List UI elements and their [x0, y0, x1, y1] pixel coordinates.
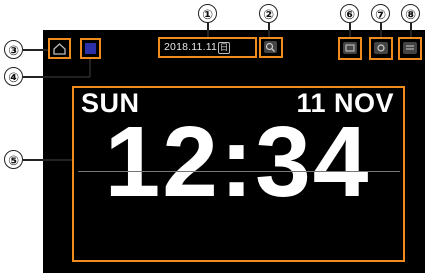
- home-button[interactable]: [48, 38, 71, 59]
- display-icon: [343, 42, 357, 54]
- callout-1: ①: [198, 4, 217, 23]
- status-date-value: 2018.11.11: [164, 41, 217, 53]
- flip-divider: [78, 171, 400, 172]
- leader-line-3: [23, 49, 48, 51]
- menu-icon: [403, 42, 417, 54]
- callout-6: ⑥: [340, 4, 359, 23]
- leader-line-6: [349, 23, 351, 37]
- display-button[interactable]: [338, 37, 362, 60]
- color-square-icon: [85, 43, 96, 54]
- callout-8: ⑧: [401, 4, 420, 23]
- leader-line-7: [380, 23, 382, 37]
- settings-button[interactable]: [369, 37, 393, 60]
- search-icon: [264, 41, 277, 53]
- callout-2: ②: [259, 4, 278, 23]
- callout-3: ③: [4, 40, 23, 59]
- callout-7: ⑦: [371, 4, 390, 23]
- status-date: 2018.11.11 日: [164, 41, 254, 54]
- leader-line-4-h: [23, 76, 90, 78]
- leader-line-8: [410, 23, 412, 37]
- color-square-button[interactable]: [80, 38, 101, 59]
- search-button[interactable]: [259, 37, 283, 58]
- callout-4: ④: [4, 67, 23, 86]
- leader-line-1: [207, 23, 209, 37]
- leader-line-2: [268, 23, 270, 37]
- clock-time: 12:34: [104, 106, 371, 218]
- weekday-box: 日: [218, 42, 231, 54]
- callout-5: ⑤: [4, 150, 23, 169]
- leader-line-5: [23, 159, 73, 161]
- settings-icon: [374, 42, 388, 54]
- menu-button[interactable]: [398, 37, 422, 60]
- home-icon: [53, 43, 66, 55]
- leader-line-4-v: [89, 59, 91, 77]
